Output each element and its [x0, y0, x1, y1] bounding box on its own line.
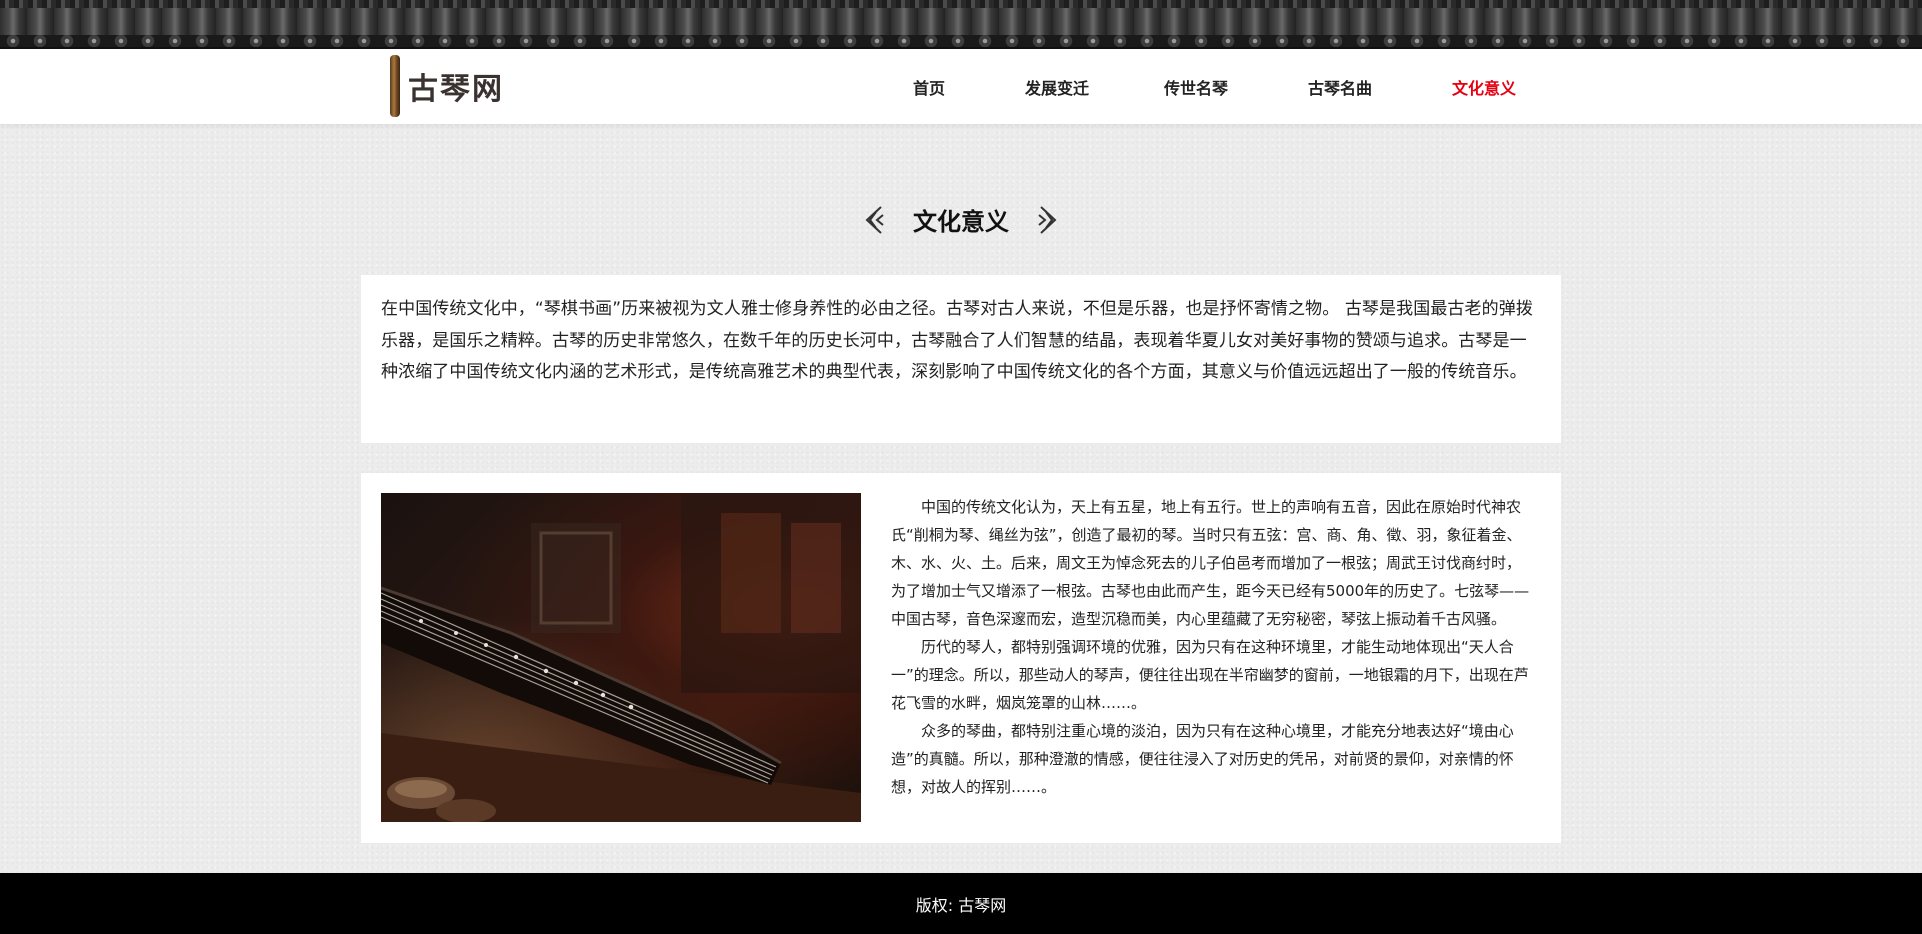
left-ornament-icon [861, 205, 885, 235]
intro-paragraph: 在中国传统文化中，“琴棋书画”历来被视为文人雅士修身养性的必由之径。古琴对古人来… [381, 299, 1533, 382]
roof-tile-banner [0, 0, 1922, 49]
nav-item-famous-pieces[interactable]: 古琴名曲 [1293, 75, 1387, 99]
detail-text: 中国的传统文化认为，天上有五星，地上有五行。世上的声响有五音，因此在原始时代神农… [891, 493, 1531, 801]
detail-paragraph: 众多的琴曲，都特别注重心境的淡泊，因为只有在这种心境里，才能充分地表达好“境由心… [891, 722, 1514, 796]
nav-item-home[interactable]: 首页 [870, 75, 988, 99]
roof-eave-tiles [0, 35, 1922, 49]
site-footer: 版权: 古琴网 [0, 873, 1922, 934]
nav-item-famous-qins[interactable]: 传世名琴 [1149, 75, 1243, 99]
guqin-stick-icon [390, 55, 400, 117]
detail-paragraph: 中国的传统文化认为，天上有五星，地上有五行。世上的声响有五音，因此在原始时代神农… [891, 498, 1530, 628]
copyright-text: 版权: 古琴网 [915, 895, 1007, 915]
page-title: 文化意义 [913, 208, 1009, 236]
section-heading: 文化意义 [0, 202, 1922, 237]
nav-item-cultural-meaning[interactable]: 文化意义 [1437, 75, 1531, 99]
detail-panel: 中国的传统文化认为，天上有五星，地上有五行。世上的声响有五音，因此在原始时代神农… [361, 473, 1561, 843]
intro-panel: 在中国传统文化中，“琴棋书画”历来被视为文人雅士修身养性的必由之径。古琴对古人来… [361, 275, 1561, 443]
site-header: 古琴网 首页 发展变迁 传世名琴 古琴名曲 文化意义 [0, 49, 1922, 124]
nav-item-development[interactable]: 发展变迁 [1010, 75, 1104, 99]
main-nav: 首页 发展变迁 传世名琴 古琴名曲 文化意义 [870, 49, 1531, 124]
guqin-photo [381, 493, 861, 822]
site-logo[interactable]: 古琴网 [390, 54, 520, 118]
logo-text: 古琴网 [408, 72, 504, 107]
detail-paragraph: 历代的琴人，都特别强调环境的优雅，因为只有在这种环境里，才能生动地体现出“天人合… [891, 638, 1529, 712]
right-ornament-icon [1037, 205, 1061, 235]
roof-ridge [0, 0, 1922, 8]
